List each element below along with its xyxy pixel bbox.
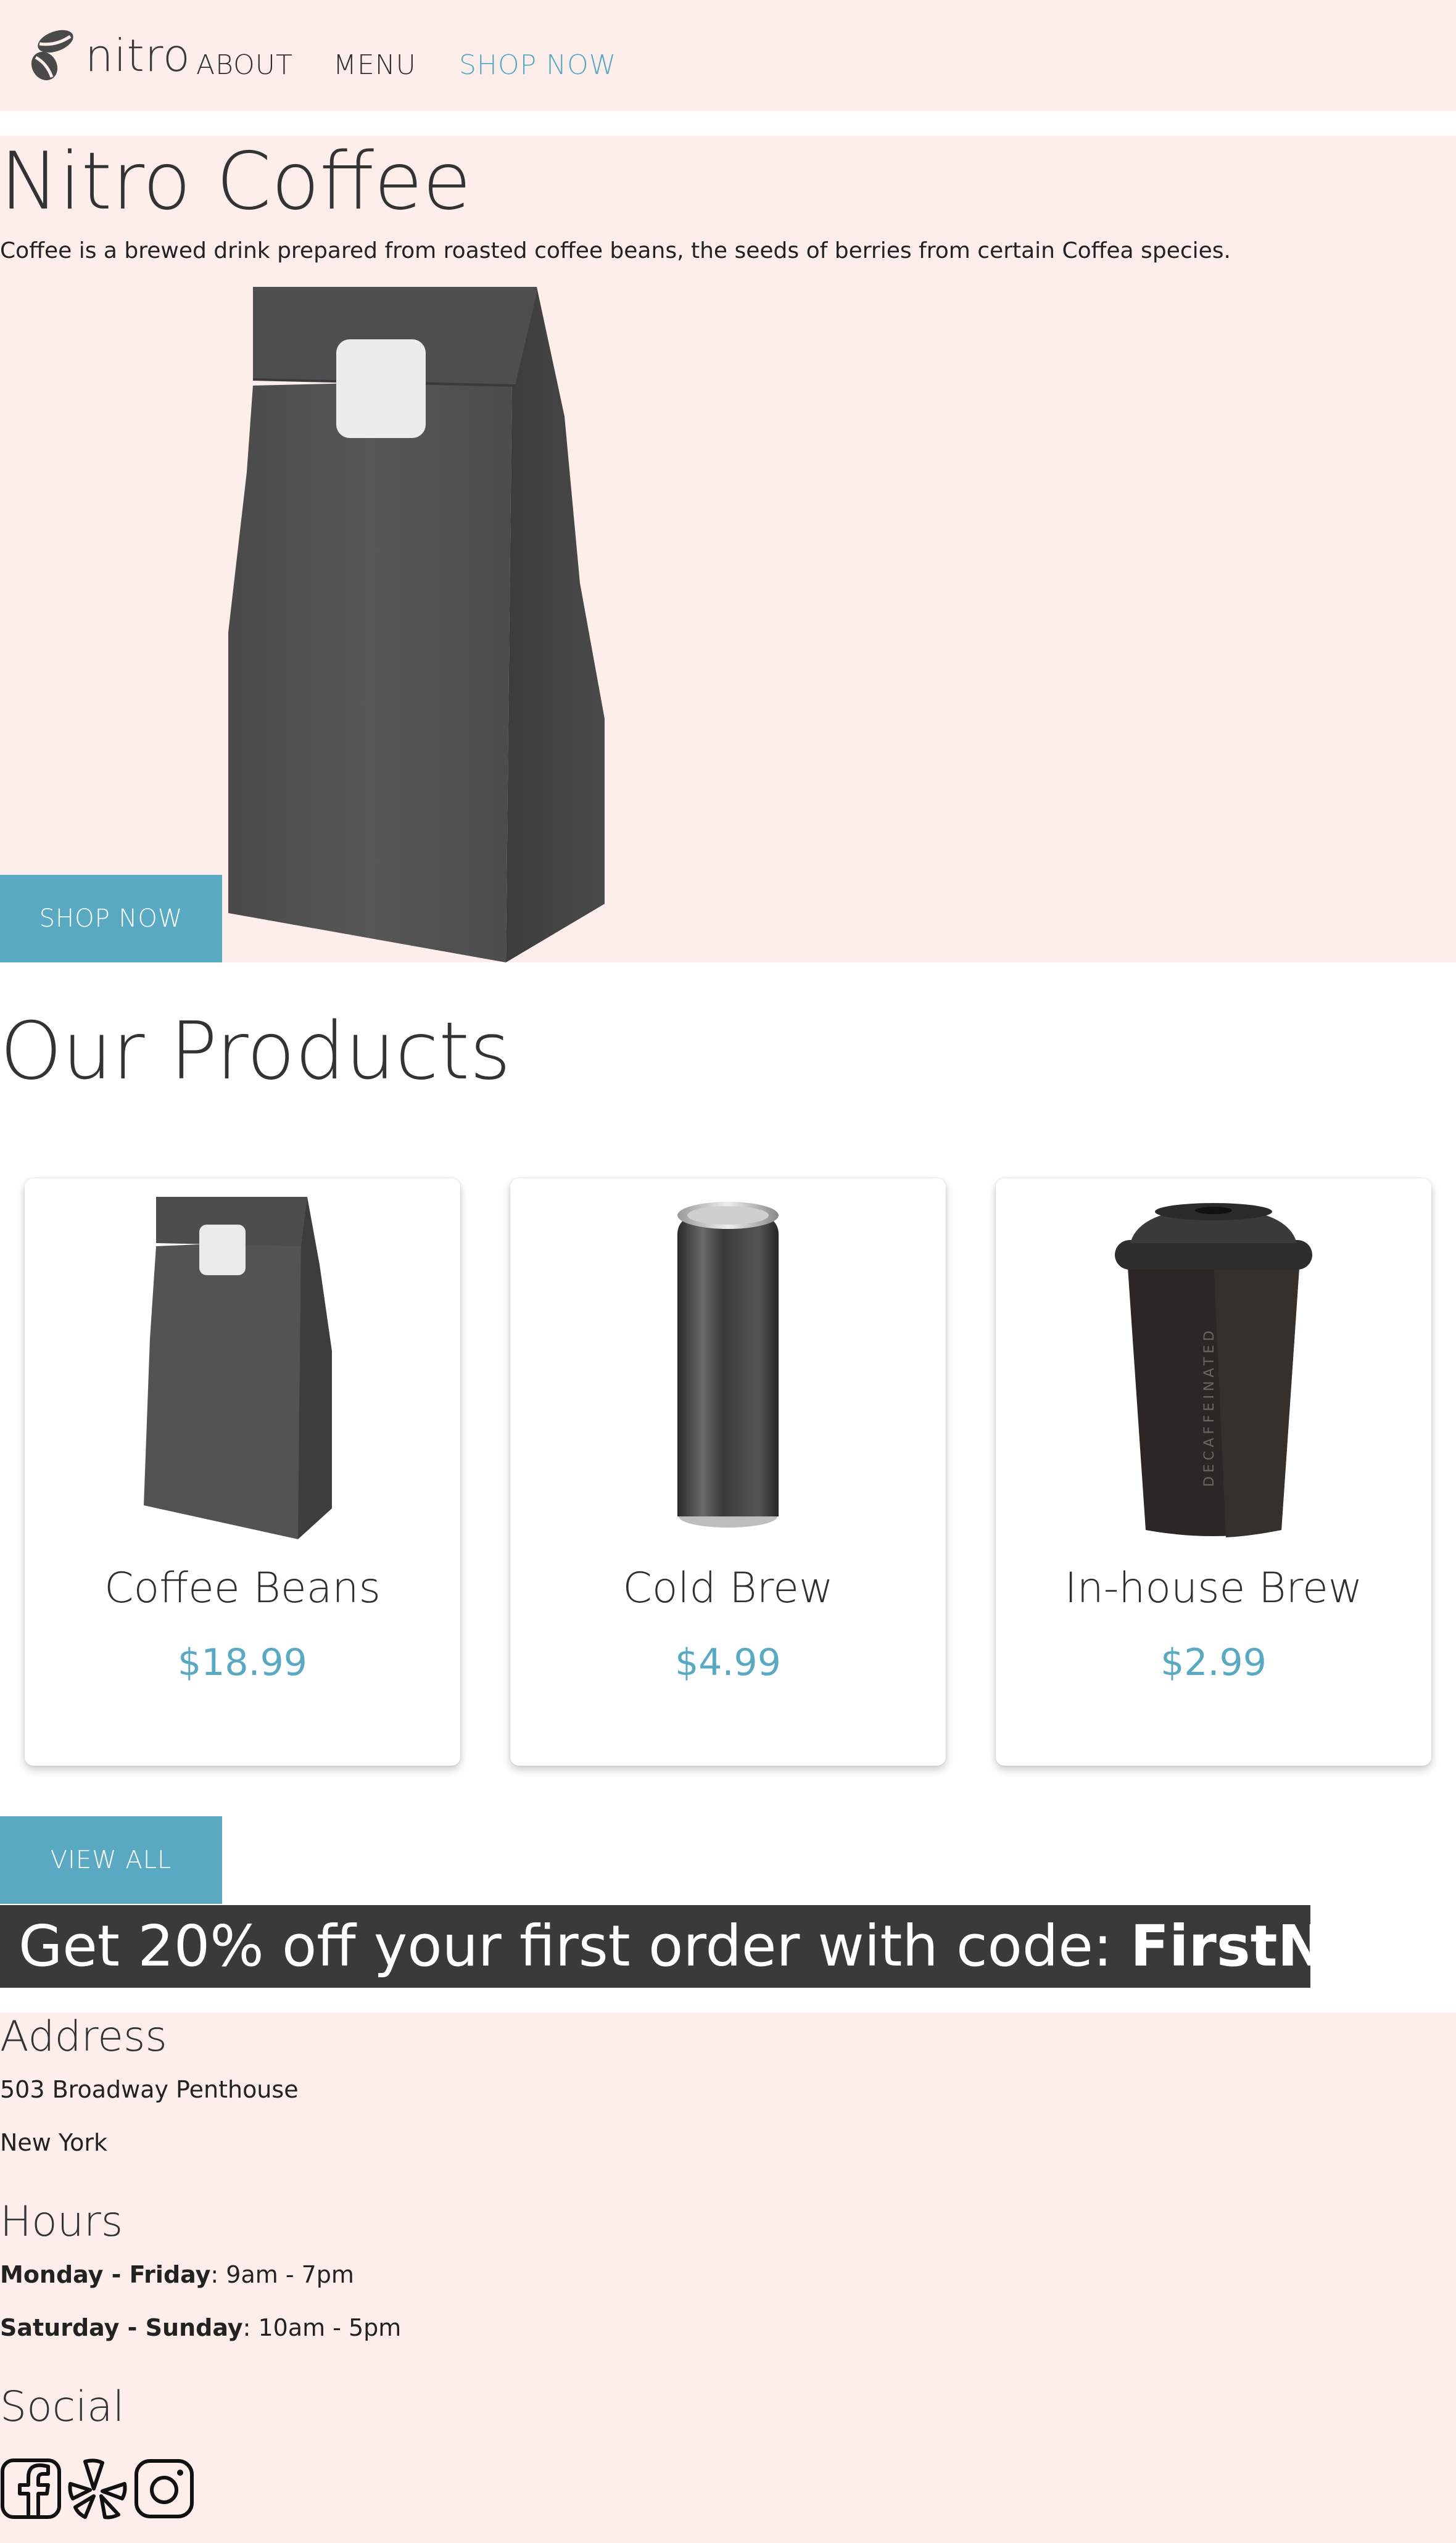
social-heading: Social [0,2383,125,2431]
hours-time: : 10am - 5pm [242,2314,402,2341]
view-all-button[interactable]: VIEW ALL [0,1816,222,1904]
coffee-bag-icon [228,287,605,962]
product-price: $4.99 [675,1641,781,1684]
cup-icon: DECAFFEINATED [1115,1203,1312,1537]
hours-line: Monday - Friday: 9am - 7pm [0,2259,354,2290]
product-price: $18.99 [178,1641,307,1684]
product-card[interactable]: DECAFFEINATED In-house Brew $2.99 [996,1178,1431,1766]
address-line: 503 Broadway Penthouse [0,2076,299,2103]
coffee-beans-icon [31,30,73,81]
product-card[interactable]: Coffee Beans $18.99 [25,1178,460,1766]
coffee-bag-icon [144,1197,332,1539]
hours-days: Monday - Friday [0,2261,211,2288]
hero-section: Nitro Coffee Coffee is a brewed drink pr… [0,136,1456,962]
nav-menu[interactable]: MENU [333,49,416,81]
product-card[interactable]: Cold Brew $4.99 [510,1178,946,1766]
cup-label: DECAFFEINATED [1202,1327,1217,1487]
logo[interactable]: nitro [30,25,191,86]
product-price: $2.99 [1160,1641,1267,1684]
product-name: Cold Brew [623,1564,833,1613]
nav-shop-now[interactable]: SHOP NOW [459,49,616,81]
logo-text: nitro [85,30,191,81]
promo-banner: Get 20% off your first order with code: … [0,1905,1439,1988]
product-name: In-house Brew [1064,1564,1363,1613]
site-header: nitro ABOUT MENU SHOP NOW [0,0,1456,111]
hero-title: Nitro Coffee [0,136,471,228]
address-line: New York [0,2129,108,2156]
hours-time: : 9am - 7pm [210,2261,354,2288]
address-heading: Address [0,2012,167,2061]
hours-days: Saturday - Sunday [0,2314,243,2341]
promo-code: FirstNitro [1130,1913,1439,1979]
instagram-icon[interactable] [133,2458,195,2520]
hours-line: Saturday - Sunday: 10am - 5pm [0,2312,401,2343]
hero-description: Coffee is a brewed drink prepared from r… [0,238,1231,263]
hero-shop-now-button[interactable]: SHOP NOW [0,875,222,962]
products-title: Our Products [0,1006,511,1098]
can-icon [677,1202,779,1528]
footer: Address 503 Broadway Penthouse New York … [0,2012,1456,2543]
product-name: Coffee Beans [104,1564,381,1613]
nav-about[interactable]: ABOUT [196,49,293,81]
promo-text: Get 20% off your first order with code: [19,1913,1131,1979]
social-links [0,2458,195,2520]
yelp-icon[interactable] [67,2458,128,2520]
hours-heading: Hours [0,2198,123,2246]
facebook-icon[interactable] [0,2458,62,2520]
